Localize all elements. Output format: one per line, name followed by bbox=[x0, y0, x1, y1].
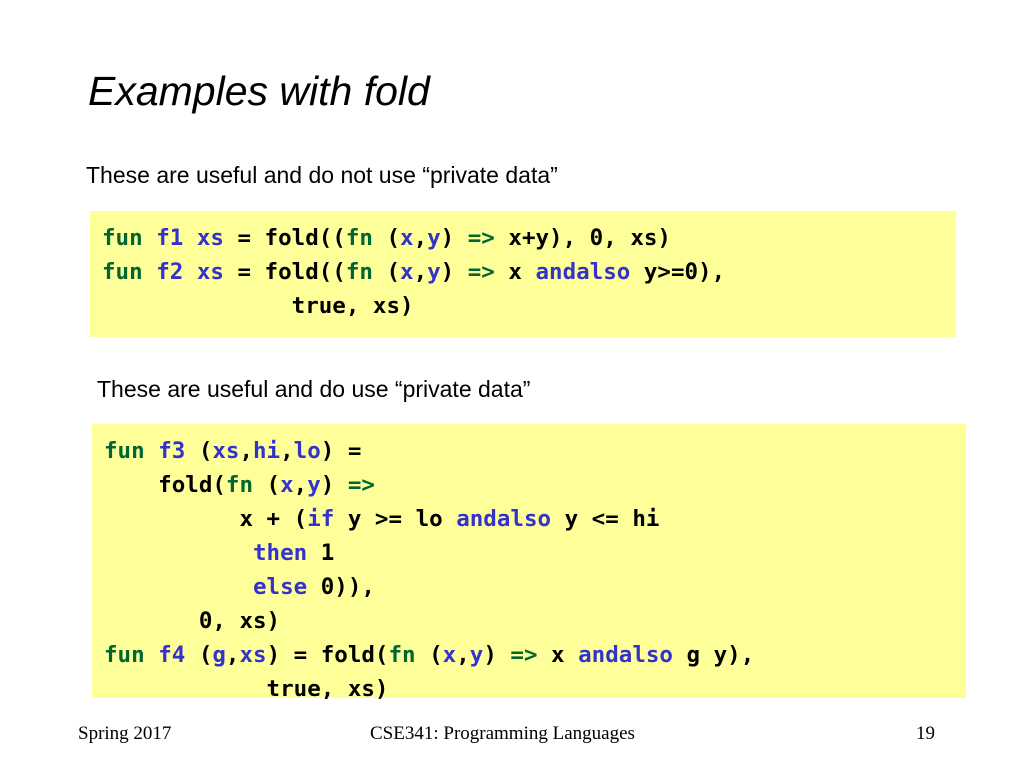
code-token-keyword: fn bbox=[345, 225, 373, 251]
code-token-plain: ) = bbox=[320, 438, 362, 464]
code-token-keyword: fn bbox=[345, 259, 373, 285]
code-token-plain: x + ( bbox=[104, 506, 308, 532]
code-token-plain: ) = fold( bbox=[266, 642, 389, 668]
code-token-control: andalso bbox=[535, 259, 631, 285]
body-text-private-data-used: These are useful and do use “private dat… bbox=[97, 376, 531, 402]
code-token-plain: x bbox=[494, 259, 536, 285]
code-block-f3-f4: fun f3 (xs,hi,lo) = fold(fn (x,y) => x +… bbox=[92, 424, 966, 702]
code-line: fun f4 (g,xs) = fold(fn (x,y) => x andal… bbox=[104, 638, 966, 672]
code-token-keyword: fun bbox=[102, 225, 157, 251]
code-token-identifier: lo bbox=[293, 438, 321, 464]
code-token-plain: ) bbox=[440, 259, 468, 285]
code-token-plain: 0)), bbox=[307, 574, 375, 600]
code-token-plain: , bbox=[225, 642, 240, 668]
code-token-plain: , bbox=[293, 472, 308, 498]
code-token-plain: , bbox=[239, 438, 254, 464]
code-token-plain: ( bbox=[253, 472, 281, 498]
code-token-plain: y >= lo bbox=[334, 506, 457, 532]
code-token-identifier: g bbox=[212, 642, 226, 668]
code-token-plain: ( bbox=[372, 259, 401, 285]
code-line: true, xs) bbox=[104, 672, 966, 706]
code-line: fun f3 (xs,hi,lo) = bbox=[104, 434, 966, 468]
code-token-plain: ( bbox=[185, 642, 213, 668]
code-token-plain: ( bbox=[185, 438, 213, 464]
code-token-identifier: f4 bbox=[158, 642, 186, 668]
code-line: fold(fn (x,y) => bbox=[104, 468, 966, 502]
code-token-identifier: hi bbox=[253, 438, 281, 464]
page-title: Examples with fold bbox=[88, 68, 430, 114]
code-token-plain: ( bbox=[415, 642, 443, 668]
code-token-identifier: y bbox=[307, 472, 321, 498]
code-token-identifier: f3 bbox=[158, 438, 186, 464]
code-token-keyword: fn bbox=[225, 472, 254, 498]
code-line: fun f1 xs = fold((fn (x,y) => x+y), 0, x… bbox=[102, 221, 956, 255]
code-token-plain: ) bbox=[440, 225, 468, 251]
code-token-plain: x+y), 0, xs) bbox=[494, 225, 671, 251]
code-line: x + (if y >= lo andalso y <= hi bbox=[104, 502, 966, 536]
code-token-keyword: fn bbox=[388, 642, 416, 668]
code-token-plain: , bbox=[413, 225, 428, 251]
code-token-control: if bbox=[307, 506, 335, 532]
code-line: 0, xs) bbox=[104, 604, 966, 638]
code-token-plain: 1 bbox=[307, 540, 335, 566]
code-token-plain: true, xs) bbox=[102, 293, 414, 319]
code-token-plain: = fold(( bbox=[223, 259, 346, 285]
code-token-keyword: => bbox=[467, 259, 495, 285]
code-token-control: andalso bbox=[456, 506, 552, 532]
code-token-plain: true, xs) bbox=[104, 676, 389, 702]
code-token-identifier: y bbox=[427, 225, 441, 251]
code-token-identifier: x bbox=[280, 472, 294, 498]
code-token-keyword: fun bbox=[104, 438, 159, 464]
code-token-plain: x bbox=[537, 642, 579, 668]
body-text-private-data-not-used: These are useful and do not use “private… bbox=[86, 162, 558, 188]
code-token-plain: , bbox=[280, 438, 294, 464]
code-token-keyword: fun bbox=[102, 259, 157, 285]
footer-course: CSE341: Programming Languages bbox=[370, 723, 635, 744]
code-token-control: else bbox=[253, 574, 308, 600]
code-token-keyword: => bbox=[510, 642, 538, 668]
footer-term: Spring 2017 bbox=[78, 723, 172, 744]
code-token-control: then bbox=[253, 540, 308, 566]
code-token-identifier: x bbox=[400, 259, 414, 285]
code-token-plain: , bbox=[456, 642, 470, 668]
code-token-plain: g y), bbox=[672, 642, 755, 668]
code-token-plain: 0, xs) bbox=[104, 608, 281, 634]
code-token-keyword: => bbox=[467, 225, 495, 251]
code-token-plain: ( bbox=[372, 225, 401, 251]
code-line: true, xs) bbox=[102, 289, 956, 323]
code-token-plain: y <= hi bbox=[551, 506, 660, 532]
code-token-plain: , bbox=[413, 259, 428, 285]
code-line: else 0)), bbox=[104, 570, 966, 604]
code-token-plain: ) bbox=[483, 642, 511, 668]
code-token-identifier: y bbox=[469, 642, 484, 668]
code-token-plain: fold( bbox=[104, 472, 226, 498]
code-line: then 1 bbox=[104, 536, 966, 570]
code-token-keyword: => bbox=[347, 472, 375, 498]
code-token-plain: = fold(( bbox=[223, 225, 346, 251]
slide-canvas: Examples with fold These are useful and … bbox=[0, 0, 1024, 768]
code-token-keyword: fun bbox=[104, 642, 159, 668]
code-block-f1-f2: fun f1 xs = fold((fn (x,y) => x+y), 0, x… bbox=[90, 211, 956, 337]
code-token-identifier: f2 xs bbox=[156, 259, 224, 285]
footer-slide-number: 19 bbox=[916, 723, 935, 744]
code-token-identifier: xs bbox=[212, 438, 240, 464]
code-token-identifier: f1 xs bbox=[156, 225, 224, 251]
code-token-control: andalso bbox=[578, 642, 673, 668]
code-token-identifier: xs bbox=[239, 642, 267, 668]
code-token-identifier: x bbox=[442, 642, 457, 668]
code-line: fun f2 xs = fold((fn (x,y) => x andalso … bbox=[102, 255, 956, 289]
code-token-identifier: x bbox=[400, 225, 414, 251]
code-token-identifier: y bbox=[427, 259, 441, 285]
code-token-plain: ) bbox=[320, 472, 348, 498]
code-token-plain: y>=0), bbox=[630, 259, 726, 285]
